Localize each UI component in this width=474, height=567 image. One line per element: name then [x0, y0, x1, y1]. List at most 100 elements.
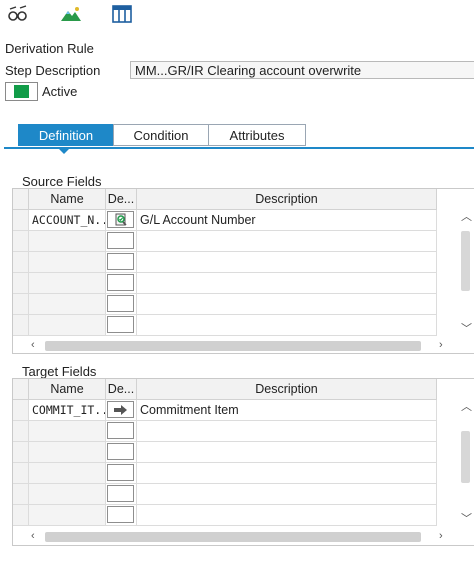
row-selector[interactable]	[13, 442, 29, 463]
table-header: Name De... Description	[13, 379, 437, 400]
horizontal-scrollbar[interactable]: ‹ ›	[29, 530, 459, 544]
field-name[interactable]	[29, 252, 106, 273]
table-row[interactable]	[13, 463, 437, 484]
scroll-up-icon[interactable]: ︿	[461, 401, 472, 413]
table-row[interactable]	[13, 421, 437, 442]
field-name[interactable]	[29, 273, 106, 294]
active-green-square	[14, 85, 29, 98]
row-selector[interactable]	[13, 294, 29, 315]
field-name[interactable]	[29, 484, 106, 505]
table-row[interactable]	[13, 315, 437, 336]
scrollbar-thumb[interactable]	[45, 532, 421, 542]
de-button[interactable]	[107, 485, 134, 502]
field-description	[137, 484, 437, 505]
field-name[interactable]	[29, 463, 106, 484]
check-magnifier-icon[interactable]	[107, 211, 134, 228]
arrow-right-icon[interactable]	[107, 401, 134, 418]
table-columns-icon[interactable]	[111, 4, 133, 24]
target-fields-title: Target Fields	[22, 364, 97, 379]
field-description	[137, 231, 437, 252]
select-all-cell[interactable]	[13, 189, 29, 210]
field-description	[137, 463, 437, 484]
column-de-header[interactable]: De...	[106, 189, 137, 210]
field-name[interactable]	[29, 505, 106, 526]
row-selector[interactable]	[13, 484, 29, 505]
de-button[interactable]	[107, 506, 134, 523]
column-de-header[interactable]: De...	[106, 379, 137, 400]
field-name[interactable]	[29, 442, 106, 463]
de-button[interactable]	[107, 422, 134, 439]
row-selector[interactable]	[13, 505, 29, 526]
de-button[interactable]	[107, 443, 134, 460]
de-cell	[106, 421, 137, 442]
field-description	[137, 442, 437, 463]
scrollbar-thumb[interactable]	[45, 341, 421, 351]
table-row[interactable]: ACCOUNT_N... G/L Account Number	[13, 210, 437, 231]
step-description-field[interactable]: MM...GR/IR Clearing account overwrite	[130, 61, 474, 79]
table-row[interactable]	[13, 505, 437, 526]
de-button[interactable]	[107, 253, 134, 270]
row-selector[interactable]	[13, 210, 29, 231]
de-cell	[106, 442, 137, 463]
mountain-icon[interactable]	[60, 4, 82, 24]
de-cell	[106, 463, 137, 484]
column-name-header[interactable]: Name	[29, 189, 106, 210]
field-name[interactable]: COMMIT_IT...	[29, 400, 106, 421]
field-name[interactable]: ACCOUNT_N...	[29, 210, 106, 231]
table-row[interactable]	[13, 294, 437, 315]
field-description	[137, 294, 437, 315]
de-button[interactable]	[107, 295, 134, 312]
de-button[interactable]	[107, 232, 134, 249]
active-status-indicator[interactable]	[5, 82, 38, 101]
scrollbar-thumb[interactable]	[461, 431, 470, 483]
field-name[interactable]	[29, 421, 106, 442]
table-row[interactable]	[13, 273, 437, 294]
row-selector[interactable]	[13, 463, 29, 484]
scroll-left-icon[interactable]: ‹	[31, 339, 35, 351]
de-cell	[106, 210, 137, 231]
select-all-cell[interactable]	[13, 379, 29, 400]
row-selector[interactable]	[13, 273, 29, 294]
tab-definition[interactable]: Definition	[18, 124, 114, 146]
table-header: Name De... Description	[13, 189, 437, 210]
row-selector[interactable]	[13, 231, 29, 252]
de-cell	[106, 294, 137, 315]
tab-attributes[interactable]: Attributes	[208, 124, 306, 146]
toolbar	[0, 0, 474, 30]
vertical-scrollbar[interactable]: ︿ ﹀	[458, 209, 474, 337]
scrollbar-thumb[interactable]	[461, 231, 470, 291]
table-row[interactable]	[13, 484, 437, 505]
field-name[interactable]	[29, 315, 106, 336]
scroll-right-icon[interactable]: ›	[439, 530, 443, 542]
field-name[interactable]	[29, 231, 106, 252]
de-button[interactable]	[107, 316, 134, 333]
field-description	[137, 421, 437, 442]
horizontal-scrollbar[interactable]: ‹ ›	[29, 339, 459, 353]
column-description-header[interactable]: Description	[137, 379, 437, 400]
table-row[interactable]	[13, 252, 437, 273]
row-selector[interactable]	[13, 400, 29, 421]
table-row[interactable]	[13, 442, 437, 463]
row-selector[interactable]	[13, 421, 29, 442]
table-row[interactable]: COMMIT_IT... Commitment Item	[13, 400, 437, 421]
de-cell	[106, 484, 137, 505]
scroll-up-icon[interactable]: ︿	[461, 211, 472, 223]
vertical-scrollbar[interactable]: ︿ ﹀	[458, 399, 474, 527]
scroll-down-icon[interactable]: ﹀	[461, 513, 472, 525]
tab-condition[interactable]: Condition	[113, 124, 209, 146]
glasses-pencil-icon[interactable]	[7, 4, 29, 24]
row-selector[interactable]	[13, 315, 29, 336]
de-button[interactable]	[107, 464, 134, 481]
column-description-header[interactable]: Description	[137, 189, 437, 210]
scroll-right-icon[interactable]: ›	[439, 339, 443, 351]
scroll-left-icon[interactable]: ‹	[31, 530, 35, 542]
de-button[interactable]	[107, 274, 134, 291]
table-row[interactable]	[13, 231, 437, 252]
field-description: Commitment Item	[137, 400, 437, 421]
row-selector[interactable]	[13, 252, 29, 273]
scroll-down-icon[interactable]: ﹀	[461, 323, 472, 335]
tab-strip: Definition Condition Attributes	[18, 124, 306, 146]
source-fields-title: Source Fields	[22, 174, 102, 189]
column-name-header[interactable]: Name	[29, 379, 106, 400]
field-name[interactable]	[29, 294, 106, 315]
